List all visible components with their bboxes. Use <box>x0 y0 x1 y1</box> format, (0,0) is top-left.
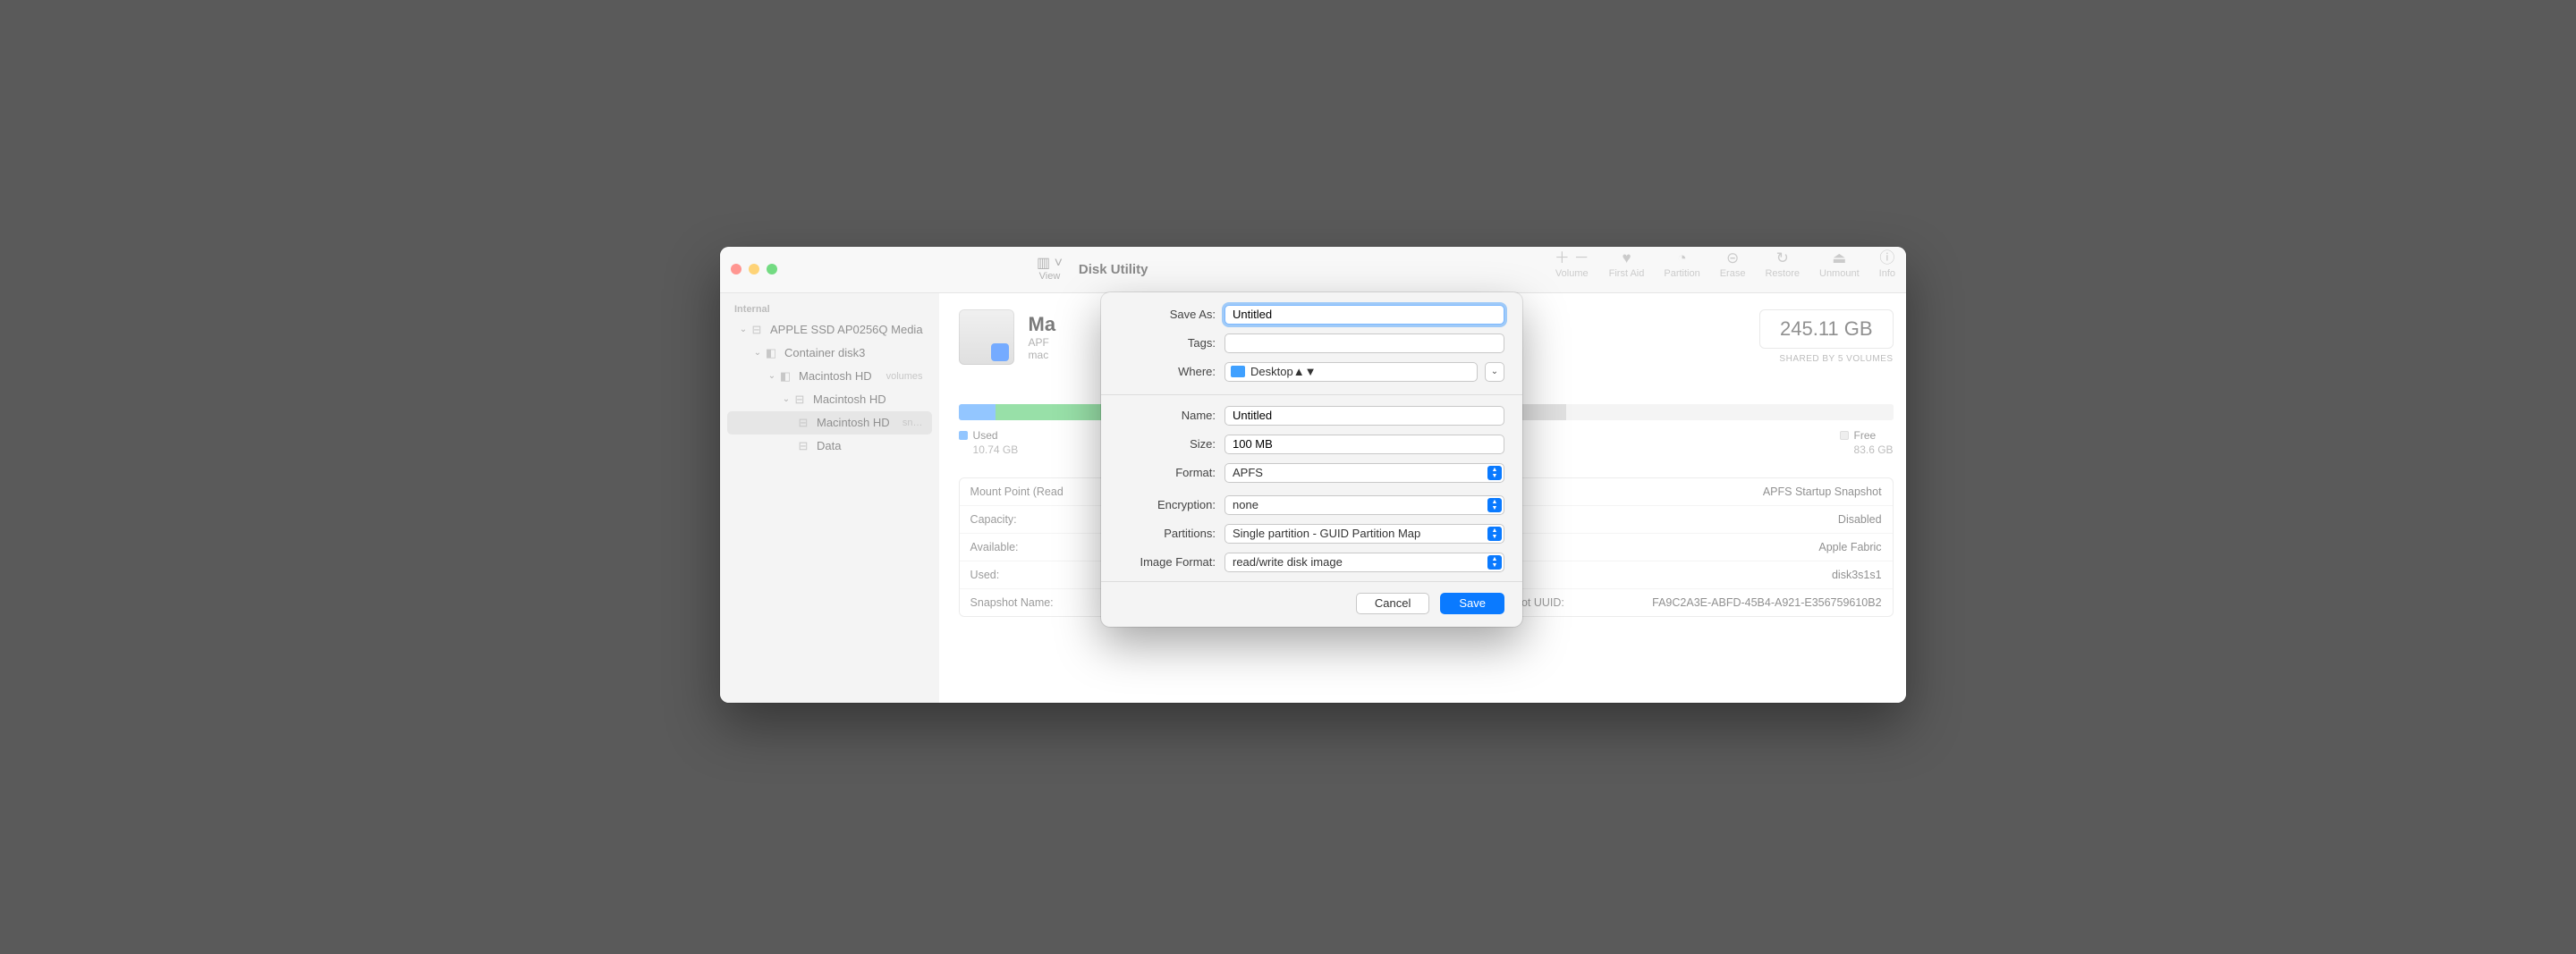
select-arrows-icon: ▲▼ <box>1487 498 1502 512</box>
sidebar-section-header: Internal <box>720 300 939 318</box>
window-zoom-button[interactable] <box>767 264 777 274</box>
sidebar: Internal ⌄⊟APPLE SSD AP0256Q Media ⌄◧Con… <box>720 293 939 703</box>
volume-icon: ＋ － <box>1555 250 1589 266</box>
window-close-button[interactable] <box>731 264 741 274</box>
expand-save-panel-button[interactable]: ⌄ <box>1485 362 1504 382</box>
toolbar-view-label: View <box>1039 271 1061 282</box>
window-minimize-button[interactable] <box>749 264 759 274</box>
save-as-label: Save As: <box>1119 308 1224 321</box>
encryption-select[interactable]: none ▲▼ <box>1224 495 1504 515</box>
shared-by-label: SHARED BY 5 VOLUMES <box>1759 354 1894 364</box>
sidebar-item-data[interactable]: ⊟Data <box>727 435 932 458</box>
info-icon: ⓘ <box>1879 250 1894 266</box>
image-size-input[interactable] <box>1224 435 1504 454</box>
first-aid-icon: ♥ <box>1622 250 1631 266</box>
cancel-button[interactable]: Cancel <box>1356 593 1429 614</box>
sidebar-icon: ▥ ˅ <box>1037 257 1063 271</box>
toolbar-view[interactable]: ▥ ˅ View <box>1037 257 1063 282</box>
select-arrows-icon: ▲▼ <box>1293 365 1317 378</box>
traffic-lights <box>731 264 777 274</box>
partitions-select[interactable]: Single partition - GUID Partition Map ▲▼ <box>1224 524 1504 544</box>
legend-free: Free 83.6 GB <box>1840 429 1894 456</box>
where-value: Desktop <box>1250 365 1293 378</box>
tags-input[interactable] <box>1224 333 1504 353</box>
sidebar-item-volume-group[interactable]: ⌄◧Macintosh HDvolumes <box>727 365 932 388</box>
usage-seg-free <box>1566 404 1894 420</box>
sidebar-item-physical-disk[interactable]: ⌄⊟APPLE SSD AP0256Q Media <box>727 318 932 342</box>
toolbar-unmount[interactable]: ⏏Unmount <box>1819 250 1860 279</box>
volume-icon: ⊟ <box>792 393 808 407</box>
save-as-input[interactable] <box>1224 305 1504 325</box>
volume-icon: ⊟ <box>795 416 811 430</box>
where-label: Where: <box>1119 365 1224 378</box>
format-label: Format: <box>1119 466 1224 479</box>
app-title: Disk Utility <box>1079 262 1148 277</box>
volume-subtitle-2: mac <box>1029 349 1056 361</box>
volume-group-icon: ◧ <box>777 369 793 384</box>
toolbar-first-aid[interactable]: ♥First Aid <box>1609 250 1645 279</box>
select-arrows-icon: ▲▼ <box>1487 527 1502 541</box>
sidebar-item-container[interactable]: ⌄◧Container disk3 <box>727 342 932 365</box>
image-format-label: Image Format: <box>1119 555 1224 569</box>
chevron-down-icon: ⌄ <box>1491 367 1498 376</box>
folder-icon <box>1231 366 1245 377</box>
name-label: Name: <box>1119 409 1224 422</box>
disk-icon: ⊟ <box>749 323 765 337</box>
toolbar-partition[interactable]: ◔Partition <box>1664 250 1699 279</box>
erase-icon: ⊝ <box>1726 250 1739 266</box>
legend-used: Used 10.74 GB <box>959 429 1019 456</box>
toolbar-volume[interactable]: ＋ －Volume <box>1555 250 1589 279</box>
tags-label: Tags: <box>1119 336 1224 350</box>
volume-title: Ma <box>1029 313 1056 336</box>
size-label: Size: <box>1119 437 1224 451</box>
select-arrows-icon: ▲▼ <box>1487 555 1502 570</box>
toolbar-erase[interactable]: ⊝Erase <box>1720 250 1746 279</box>
volume-icon: ⊟ <box>795 439 811 453</box>
sidebar-item-macintosh-hd-snapshot[interactable]: ⊟Macintosh HDsn… <box>727 411 932 435</box>
container-size: 245.11 GB <box>1759 309 1894 349</box>
save-button[interactable]: Save <box>1440 593 1504 614</box>
restore-icon: ↻ <box>1776 250 1789 266</box>
titlebar: ▥ ˅ View Disk Utility ＋ －Volume ♥First A… <box>720 247 1906 293</box>
unmount-icon: ⏏ <box>1832 250 1846 266</box>
image-format-select[interactable]: read/write disk image ▲▼ <box>1224 553 1504 572</box>
encryption-label: Encryption: <box>1119 498 1224 511</box>
partitions-label: Partitions: <box>1119 527 1224 540</box>
volume-subtitle-1: APF <box>1029 336 1056 349</box>
format-select[interactable]: APFS ▲▼ <box>1224 463 1504 483</box>
partition-icon: ◔ <box>1677 250 1686 266</box>
select-arrows-icon: ▲▼ <box>1487 466 1502 480</box>
save-sheet: Save As: Tags: Where: Desktop ▲▼ ⌄ Name: <box>1101 292 1522 627</box>
volume-artwork-icon <box>959 309 1014 365</box>
image-name-input[interactable] <box>1224 406 1504 426</box>
where-select[interactable]: Desktop ▲▼ <box>1224 362 1478 382</box>
sidebar-item-macintosh-hd[interactable]: ⌄⊟Macintosh HD <box>727 388 932 411</box>
toolbar-right: ＋ －Volume ♥First Aid ◔Partition ⊝Erase ↻… <box>1555 250 1895 279</box>
toolbar-restore[interactable]: ↻Restore <box>1765 250 1800 279</box>
usage-seg-used <box>959 404 996 420</box>
container-icon: ◧ <box>763 346 779 360</box>
toolbar-info[interactable]: ⓘInfo <box>1879 250 1895 279</box>
